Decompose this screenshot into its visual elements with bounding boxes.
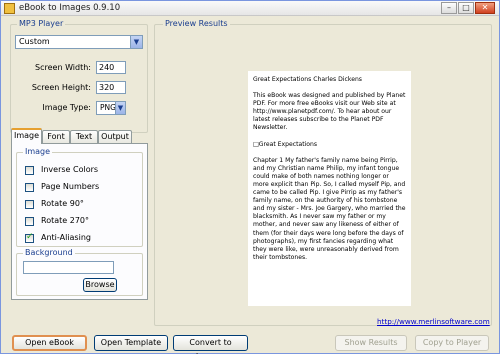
checkbox-box[interactable] bbox=[25, 200, 34, 209]
mp3-player-group: MP3 Player Custom ▼ Screen Width: 240 Sc… bbox=[10, 19, 148, 133]
minimize-button[interactable]: – bbox=[441, 2, 457, 14]
preview-results-group: Preview Results Great Expectations Charl… bbox=[154, 19, 492, 326]
app-window: eBook to Images 0.9.10 – □ ✕ MP3 Player … bbox=[0, 0, 500, 354]
close-button[interactable]: ✕ bbox=[475, 2, 495, 14]
checkbox-label: Rotate 270° bbox=[41, 216, 90, 225]
convert-to-images-button[interactable]: Convert to Images bbox=[173, 335, 248, 354]
checkbox-box[interactable] bbox=[25, 232, 34, 243]
title-bar[interactable]: eBook to Images 0.9.10 – □ ✕ bbox=[1, 1, 499, 16]
screen-height-label: Screen Height: bbox=[31, 83, 91, 92]
chevron-down-icon[interactable]: ▼ bbox=[115, 102, 125, 114]
checkbox-label: Page Numbers bbox=[41, 182, 100, 191]
background-group-label: Background bbox=[23, 248, 75, 257]
screen-height-input[interactable]: 320 bbox=[96, 81, 126, 94]
preview-page: Great Expectations Charles Dickens This … bbox=[248, 71, 411, 306]
open-ebook-button[interactable]: Open eBook bbox=[12, 335, 87, 351]
chevron-down-icon[interactable]: ▼ bbox=[130, 36, 142, 48]
browse-button[interactable]: Browse bbox=[83, 278, 117, 292]
screen-width-input[interactable]: 240 bbox=[96, 61, 126, 74]
screen-width-label: Screen Width: bbox=[35, 63, 91, 72]
checkbox-box[interactable] bbox=[25, 166, 34, 175]
checkbox-label: Inverse Colors bbox=[41, 165, 99, 174]
player-profile-value: Custom bbox=[19, 37, 50, 46]
player-profile-select[interactable]: Custom ▼ bbox=[15, 35, 143, 49]
mp3-player-group-label: MP3 Player bbox=[17, 19, 66, 28]
image-options-group: Image Inverse Colors Page Numbers Rotate… bbox=[16, 147, 143, 247]
merlin-software-link[interactable]: http://www.merlinsoftware.com bbox=[377, 317, 490, 326]
background-path-input[interactable] bbox=[23, 261, 114, 274]
open-template-button[interactable]: Open Template bbox=[94, 335, 168, 351]
window-title: eBook to Images 0.9.10 bbox=[19, 3, 121, 13]
background-group: Background Browse bbox=[16, 248, 143, 296]
tab-font[interactable]: Font bbox=[42, 130, 70, 143]
tab-image[interactable]: Image bbox=[11, 128, 42, 144]
checkbox-box[interactable] bbox=[25, 183, 34, 192]
maximize-button[interactable]: □ bbox=[458, 2, 474, 14]
client-area: MP3 Player Custom ▼ Screen Width: 240 Sc… bbox=[5, 17, 495, 354]
show-results-button[interactable]: Show Results bbox=[335, 335, 407, 351]
preview-paragraph: □Great Expectations bbox=[253, 140, 318, 148]
checkbox-box[interactable] bbox=[25, 217, 34, 226]
preview-paragraph: Great Expectations Charles Dickens bbox=[253, 76, 362, 83]
image-tab-panel: Image Inverse Colors Page Numbers Rotate… bbox=[11, 143, 148, 300]
copy-to-player-button[interactable]: Copy to Player bbox=[415, 335, 489, 351]
tab-output[interactable]: Output bbox=[98, 130, 132, 143]
image-type-label: Image Type: bbox=[42, 103, 91, 112]
preview-paragraph: Chapter 1 My father's family name being … bbox=[253, 156, 406, 261]
image-type-select[interactable]: PNG ▼ bbox=[96, 101, 126, 115]
image-type-value: PNG bbox=[100, 103, 116, 112]
preview-paragraph: This eBook was designed and published by… bbox=[253, 92, 406, 132]
settings-tabs: Image Font Text Output bbox=[11, 128, 148, 144]
preview-results-group-label: Preview Results bbox=[163, 19, 230, 28]
checkbox-label: Rotate 90° bbox=[41, 199, 84, 208]
checkbox-label: Anti-Aliasing bbox=[41, 233, 91, 242]
app-icon bbox=[4, 3, 15, 14]
tab-text[interactable]: Text bbox=[70, 130, 98, 143]
image-options-group-label: Image bbox=[23, 147, 53, 156]
